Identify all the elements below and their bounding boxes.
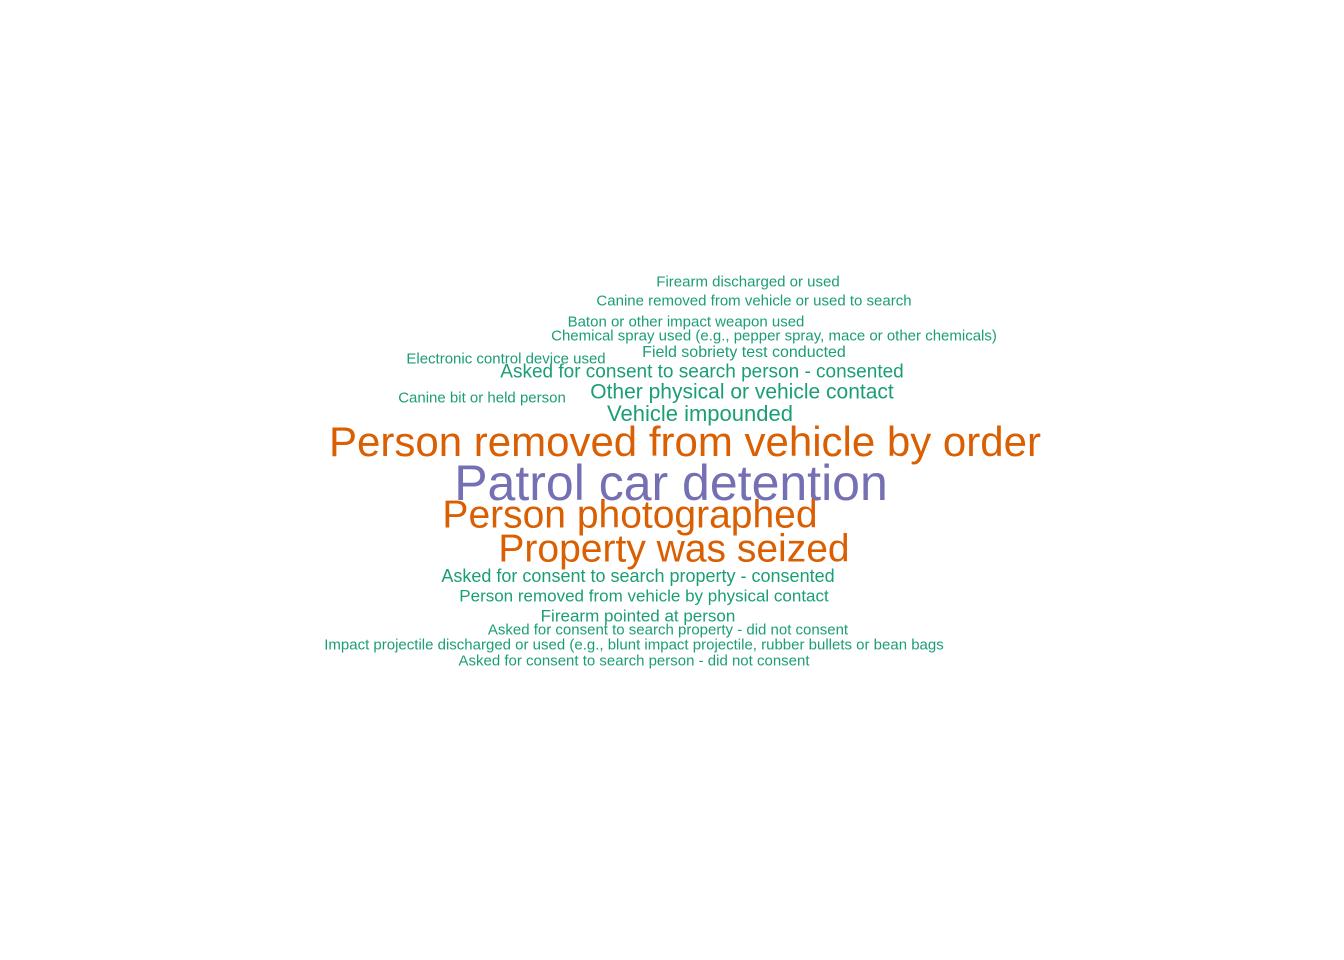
word-canine-removed: Canine removed from vehicle or used to s… [596, 292, 912, 310]
word-property-seized: Property was seized [498, 527, 850, 571]
word-consent-search-person-declined: Asked for consent to search person - did… [458, 652, 810, 670]
word-field-sobriety-test: Field sobriety test conducted [642, 344, 846, 361]
word-consent-search-property-consented: Asked for consent to search property - c… [441, 566, 835, 586]
word-canine-bit: Canine bit or held person [398, 389, 566, 407]
word-firearm-discharged: Firearm discharged or used [656, 273, 840, 291]
word-chemical-spray: Chemical spray used (e.g., pepper spray,… [551, 327, 997, 345]
word-consent-search-person-consented: Asked for consent to search person - con… [500, 361, 904, 383]
word-cloud: Firearm discharged or used Canine remove… [0, 0, 1344, 960]
word-impact-projectile: Impact projectile discharged or used (e.… [324, 636, 944, 654]
word-other-physical-contact: Other physical or vehicle contact [590, 380, 894, 404]
word-removed-by-physical-contact: Person removed from vehicle by physical … [459, 586, 829, 606]
word-consent-search-property-declined: Asked for consent to search property - d… [487, 621, 849, 639]
